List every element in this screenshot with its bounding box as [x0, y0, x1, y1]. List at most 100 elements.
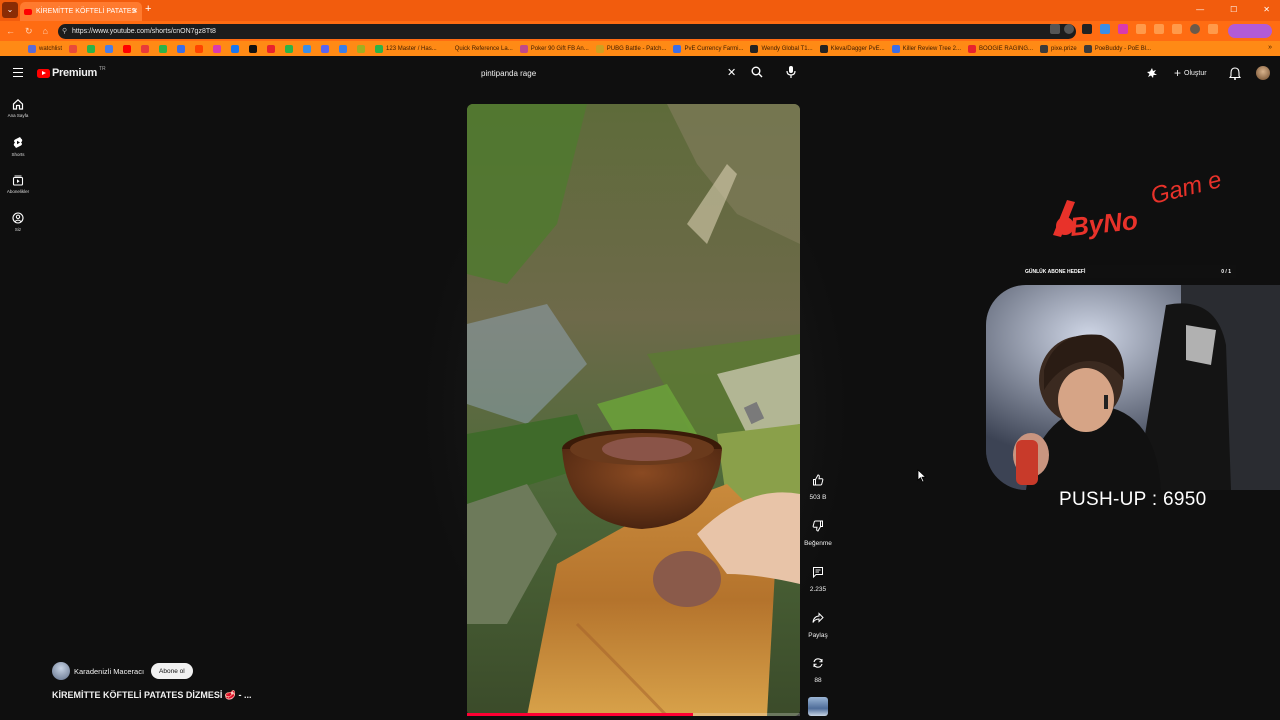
shorts-video-player[interactable] [467, 104, 800, 716]
profile-avatar-icon[interactable] [1190, 24, 1200, 34]
bookmark-item[interactable]: BOOGIE RAGING... [968, 44, 1034, 53]
bookmarks-overflow-icon[interactable]: » [1268, 44, 1272, 51]
bookmark-item[interactable]: PUBG Battle - Patch... [595, 44, 666, 53]
thumbs-down-icon [812, 520, 823, 532]
extension-icon[interactable] [1118, 24, 1128, 34]
url-field[interactable]: ⚲ https://www.youtube.com/shorts/cnON7gz… [58, 24, 1076, 39]
bookmark-item[interactable]: Killer Review Tree 2... [891, 44, 961, 53]
dislike-label: Beğenme [804, 540, 832, 547]
youtube-premium-logo[interactable]: Premium TR [37, 66, 106, 79]
dislike-button[interactable]: Beğenme [800, 516, 836, 547]
bookmark-item[interactable]: 123 Master / Has... [375, 44, 437, 53]
bookmark-item[interactable]: pixe.prize [1040, 44, 1077, 53]
remix-button[interactable]: 88 [800, 653, 836, 684]
extension-icon[interactable] [1136, 24, 1146, 34]
share-button[interactable]: Paylaş [800, 608, 836, 639]
bookmark-item[interactable]: PvE Currency Farmi... [673, 44, 743, 53]
bookmark-favicon-icon [69, 44, 78, 53]
sidebar-item-you[interactable]: Siz [0, 212, 36, 232]
bookmark-item[interactable] [339, 44, 350, 53]
sidebar-item-home[interactable]: Ana Sayfa [0, 98, 36, 118]
install-app-icon[interactable] [1050, 24, 1060, 34]
tab-close-icon[interactable]: ✕ [132, 7, 138, 15]
bookmark-label: Quick Reference La... [454, 45, 513, 52]
bookmark-favicon-icon [968, 44, 977, 53]
bookmark-favicon-icon [105, 44, 114, 53]
sidebar-item-label: Shorts [11, 152, 25, 157]
comments-button[interactable]: 2.235 [800, 562, 836, 593]
search-input[interactable]: pintipanda rage [474, 64, 744, 82]
bookmark-item[interactable] [123, 44, 134, 53]
extension-icon[interactable] [1082, 24, 1092, 34]
subscribe-button[interactable]: Abone ol [151, 663, 193, 679]
sidebar-toggle-icon[interactable] [1208, 24, 1218, 34]
webcam-image [986, 285, 1280, 490]
bookmark-favicon-icon [159, 44, 168, 53]
microphone-icon[interactable] [785, 65, 797, 79]
remix-icon [813, 658, 823, 668]
sidebar-item-shorts[interactable]: Shorts [0, 136, 36, 157]
bookmark-item[interactable] [303, 44, 314, 53]
bookmark-favicon-icon [1040, 44, 1049, 53]
site-info-icon[interactable]: ⚲ [62, 27, 67, 35]
like-button[interactable]: 503 B [800, 470, 836, 501]
bookmark-item[interactable] [159, 44, 170, 53]
bookmark-item[interactable]: watchlist [28, 44, 62, 53]
subscriptions-icon [12, 175, 24, 186]
logo-script-text: Gam e [1148, 166, 1224, 210]
bookmark-item[interactable] [285, 44, 296, 53]
bookmark-item[interactable] [249, 44, 260, 53]
new-tab-plus-icon[interactable]: + [145, 3, 151, 15]
account-avatar[interactable] [1255, 66, 1270, 80]
bookmark-item[interactable] [267, 44, 278, 53]
bookmark-item[interactable] [213, 44, 224, 53]
back-arrow-icon[interactable]: ← [6, 26, 15, 37]
bookmark-label: Wendy Global T1... [761, 45, 813, 52]
browser-profile-button[interactable] [1228, 24, 1272, 38]
create-button[interactable]: + Oluştur [1168, 65, 1215, 81]
bookmark-star-icon[interactable] [1064, 24, 1074, 34]
search-icon[interactable] [751, 66, 763, 78]
bookmark-item[interactable] [105, 44, 116, 53]
bookmark-item[interactable]: Quick Reference La... [443, 44, 513, 53]
bookmark-item[interactable]: Kleva/Dagger PvE... [819, 44, 885, 53]
cast-icon[interactable] [1146, 67, 1158, 79]
bookmark-item[interactable]: Poker 90 Gift FB An... [519, 44, 589, 53]
window-controls: — ☐ ✕ [1196, 5, 1270, 14]
bookmark-label: pixe.prize [1051, 45, 1077, 52]
bookmark-item[interactable] [87, 44, 98, 53]
bookmark-item[interactable] [231, 44, 242, 53]
bookmark-item[interactable]: Wendy Global T1... [750, 44, 813, 53]
bookmark-label: Kleva/Dagger PvE... [830, 45, 885, 52]
video-frame-image [467, 104, 800, 716]
minimize-icon[interactable]: — [1196, 5, 1204, 14]
menu-hamburger-icon[interactable] [13, 68, 23, 77]
maximize-icon[interactable]: ☐ [1230, 5, 1237, 14]
channel-name[interactable]: Karadenizli Maceracı [74, 667, 144, 676]
close-window-icon[interactable]: ✕ [1263, 5, 1270, 14]
video-progress-bar[interactable] [467, 713, 800, 716]
bookmark-item[interactable] [195, 44, 206, 53]
reload-icon[interactable]: ↻ [25, 26, 33, 37]
bookmark-item[interactable] [141, 44, 152, 53]
bookmark-item[interactable]: PoeBuddy - PoE Bl... [1083, 44, 1151, 53]
notifications-bell-icon[interactable] [1228, 66, 1241, 80]
bookmark-item[interactable] [69, 44, 80, 53]
sound-thumbnail[interactable] [808, 697, 828, 716]
browser-tab-active[interactable]: KİREMİTTE KÖFTELİ PATATES ✕ [20, 2, 142, 21]
bookmark-item[interactable] [357, 44, 368, 53]
bookmark-item[interactable] [177, 44, 188, 53]
bookmark-favicon-icon [357, 44, 366, 53]
clear-search-icon[interactable]: ✕ [727, 66, 736, 79]
tab-search-chevron-icon[interactable]: ⌄ [2, 2, 18, 18]
sidebar-item-subscriptions[interactable]: Abonelikler [0, 174, 36, 194]
home-browser-icon[interactable]: ⌂ [43, 26, 48, 37]
bookmark-favicon-icon [267, 44, 276, 53]
short-title[interactable]: KİREMİTTE KÖFTELİ PATATES DİZMESİ 🥩 - ..… [52, 690, 252, 701]
channel-avatar[interactable] [52, 662, 70, 680]
extension-icon[interactable] [1100, 24, 1110, 34]
extensions-puzzle-icon[interactable] [1172, 24, 1182, 34]
extension-icon[interactable] [1154, 24, 1164, 34]
bookmark-label: BOOGIE RAGING... [979, 45, 1034, 52]
bookmark-item[interactable] [321, 44, 332, 53]
